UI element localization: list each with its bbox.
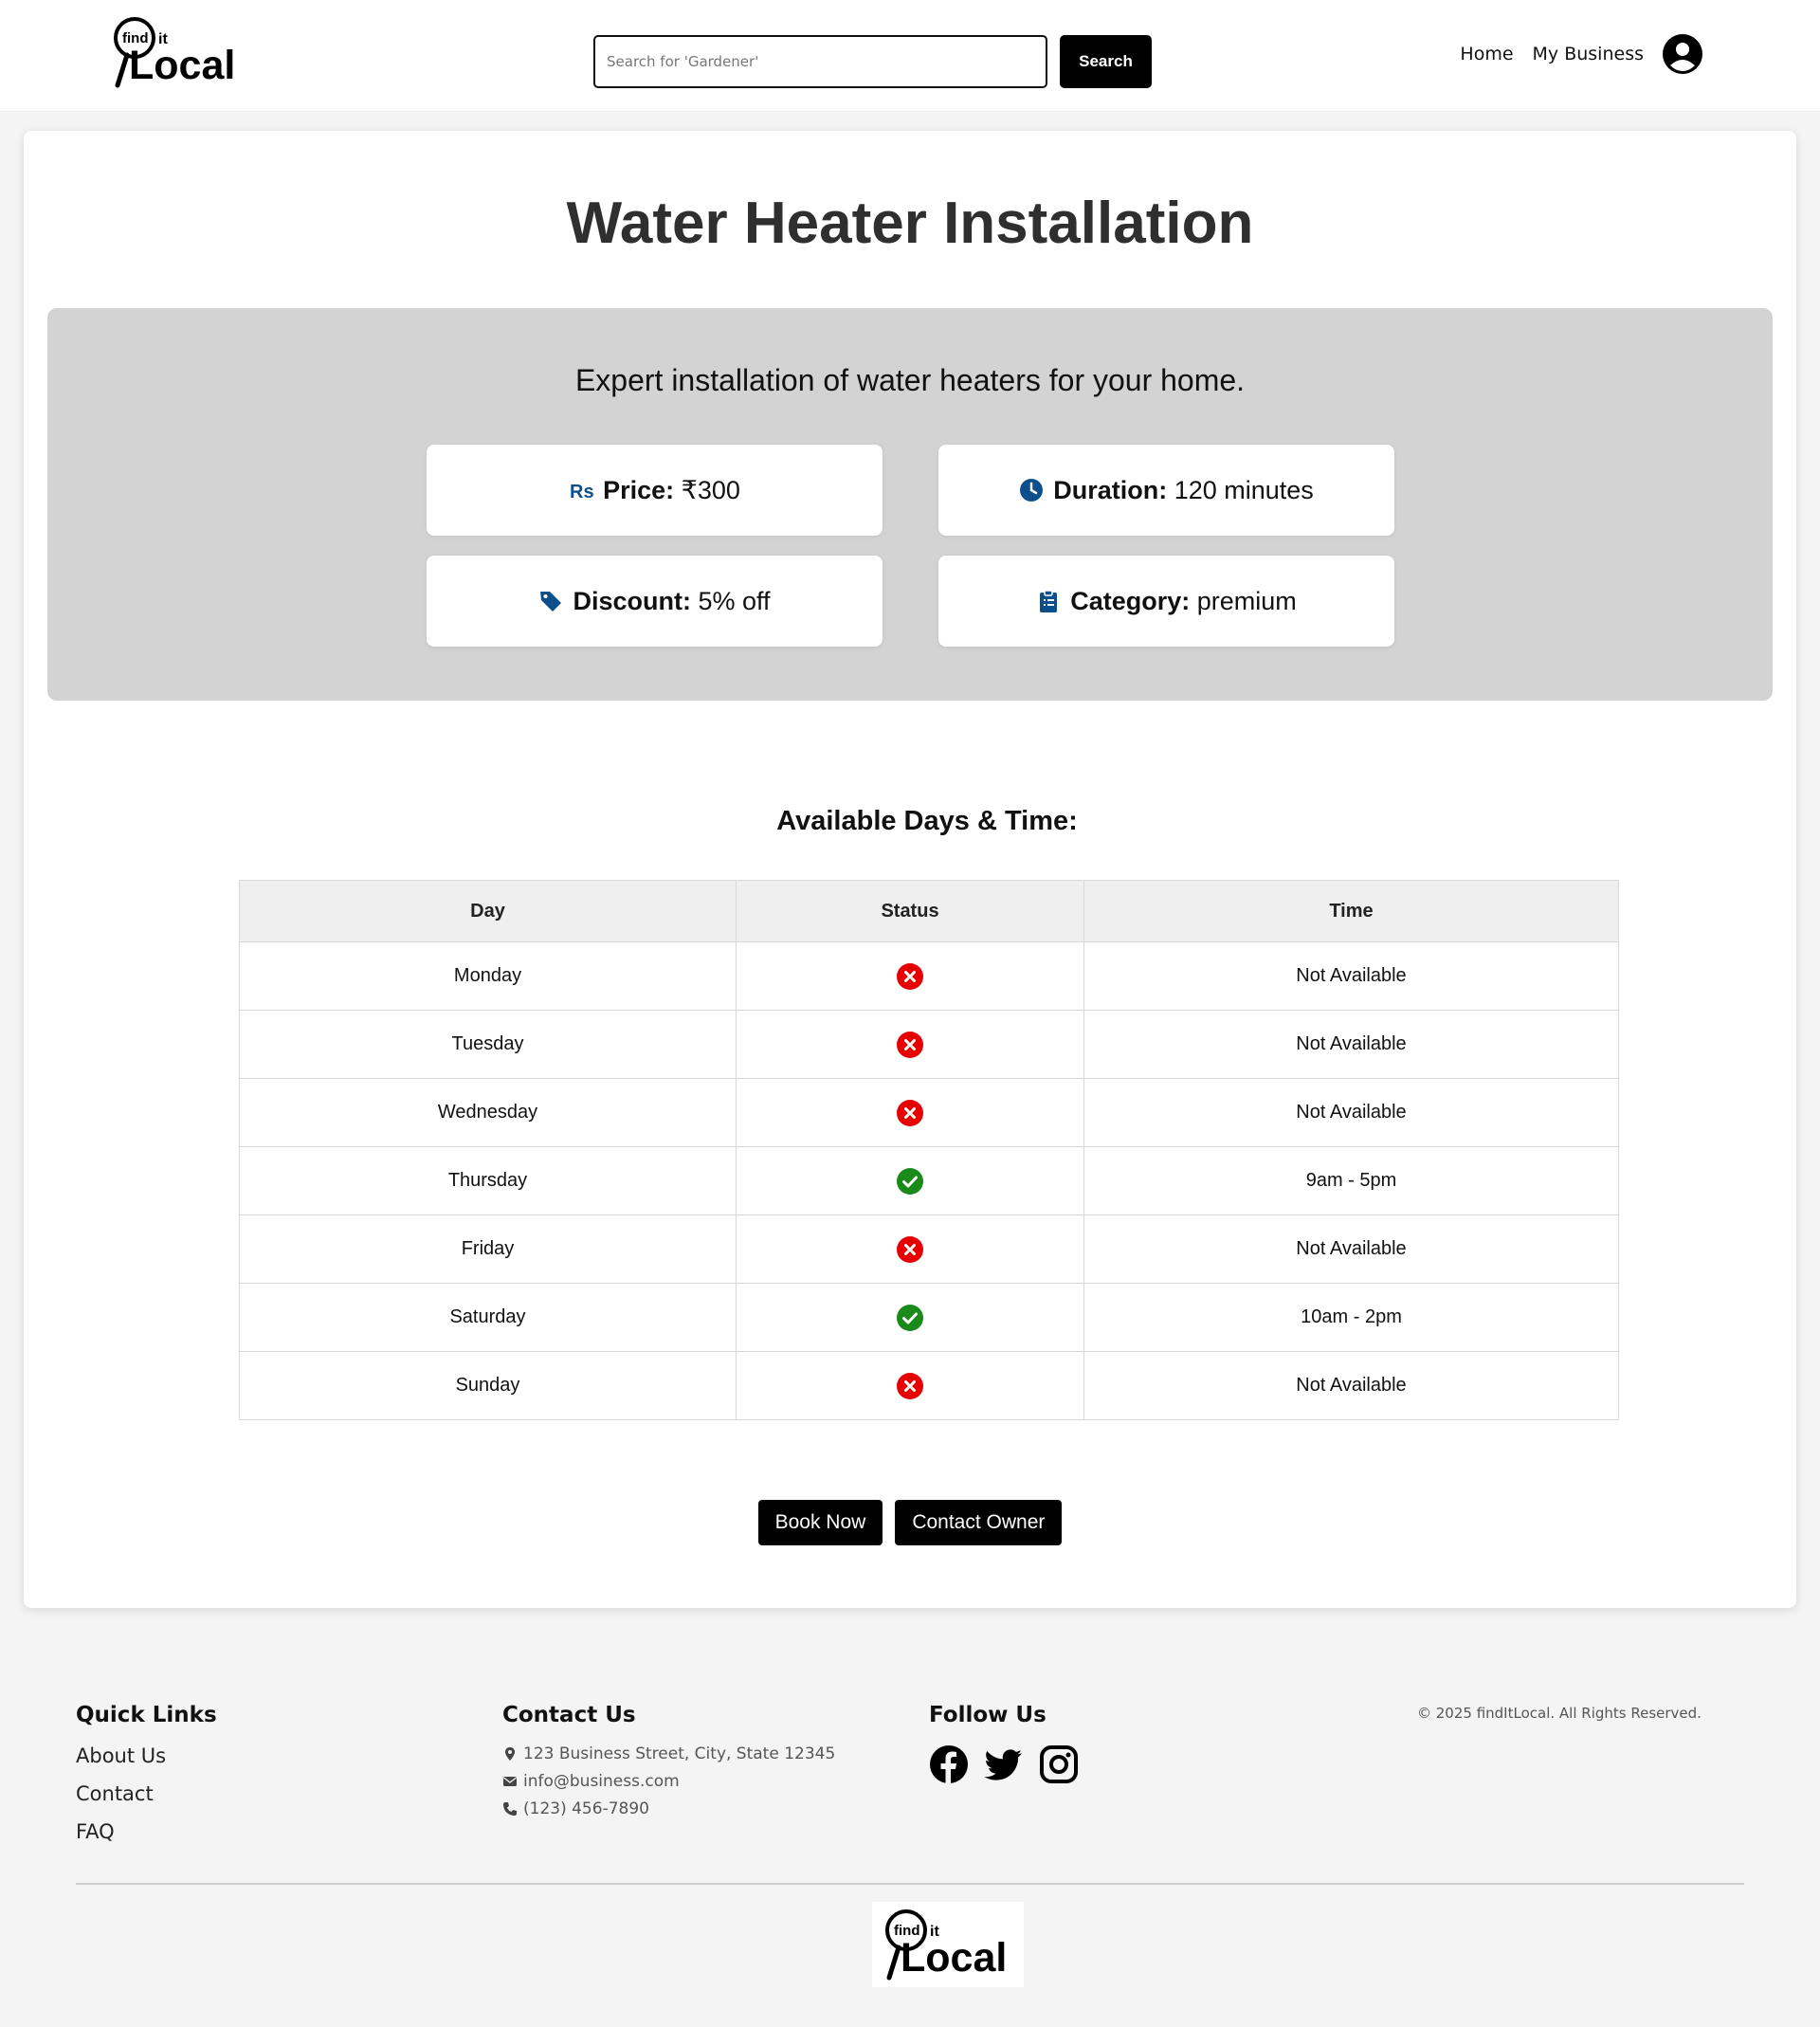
footer-logo-box: find it Local [872, 1902, 1024, 1987]
facebook-icon[interactable] [929, 1744, 969, 1784]
finditlocal-logo[interactable]: find it Local [110, 15, 243, 89]
duration-value: 120 minutes [1174, 475, 1314, 504]
follow-title: Follow Us [929, 1703, 1046, 1727]
search-input[interactable] [593, 35, 1047, 88]
tag-icon [540, 592, 562, 612]
table-header-row: Day Status Time [239, 880, 1619, 942]
search-bar: Search [593, 35, 1152, 88]
twitter-icon[interactable] [984, 1744, 1024, 1784]
category-label: Category: [1070, 586, 1191, 615]
discount-value: 5% off [698, 586, 771, 615]
rupee-icon: Rs [570, 482, 593, 502]
footer-follow: Follow Us [929, 1703, 1079, 1784]
contact-owner-button[interactable]: Contact Owner [895, 1500, 1063, 1545]
day-cell: Monday [239, 941, 737, 1011]
contact-email: info@business.com [502, 1772, 835, 1791]
duration-label: Duration: [1053, 475, 1168, 504]
clipboard-icon [1040, 590, 1058, 612]
duration-box: Duration: 120 minutes [938, 445, 1394, 536]
status-cell [736, 1351, 1084, 1420]
table-row: Monday Not Available [239, 941, 1619, 1011]
nav-home-link[interactable]: Home [1460, 44, 1513, 64]
site-header: find it Local Search Home My Business [0, 0, 1820, 112]
footer-quick-links: Quick Links About Us Contact FAQ [76, 1703, 217, 1858]
footer-link-faq[interactable]: FAQ [76, 1820, 217, 1843]
svg-text:Rs: Rs [570, 482, 593, 502]
day-cell: Wednesday [239, 1078, 737, 1147]
day-cell: Saturday [239, 1283, 737, 1352]
contact-address: 123 Business Street, City, State 12345 [502, 1744, 835, 1763]
status-cell [736, 1010, 1084, 1079]
x-circle-icon [897, 962, 923, 990]
instagram-icon[interactable] [1039, 1744, 1079, 1784]
copyright-text: © 2025 findItLocal. All Rights Reserved. [1417, 1705, 1702, 1722]
status-cell [736, 941, 1084, 1011]
column-header-time: Time [1083, 880, 1619, 942]
day-cell: Tuesday [239, 1010, 737, 1079]
time-cell: Not Available [1083, 1351, 1619, 1420]
svg-text:Local: Local [901, 1935, 1007, 1981]
check-circle-icon [897, 1304, 923, 1331]
table-row: Sunday Not Available [239, 1351, 1619, 1420]
time-cell: Not Available [1083, 941, 1619, 1011]
service-detail-card: Water Heater Installation Expert install… [24, 131, 1796, 1608]
status-cell [736, 1214, 1084, 1284]
status-cell [736, 1283, 1084, 1352]
availability-table: Day Status Time Monday Not Available Tuesd… [239, 880, 1619, 1420]
quick-links-title: Quick Links [76, 1703, 217, 1727]
x-circle-icon [897, 1372, 923, 1399]
price-value: ₹300 [681, 475, 740, 504]
x-circle-icon [897, 1235, 923, 1263]
footer-link-contact[interactable]: Contact [76, 1782, 217, 1805]
book-now-button[interactable]: Book Now [757, 1500, 883, 1545]
action-buttons: Book Now Contact Owner [24, 1500, 1796, 1545]
status-cell [736, 1146, 1084, 1215]
column-header-status: Status [736, 880, 1084, 942]
x-circle-icon [897, 1099, 923, 1126]
site-footer: Quick Links About Us Contact FAQ Contact… [0, 1638, 1820, 2027]
svg-text:Local: Local [129, 43, 235, 88]
clock-icon [1020, 479, 1044, 502]
x-circle-icon [897, 1031, 923, 1058]
time-cell: Not Available [1083, 1214, 1619, 1284]
footer-finditlocal-logo[interactable]: find it Local [882, 1908, 1014, 1981]
time-cell: 10am - 2pm [1083, 1283, 1619, 1352]
phone-icon [503, 1802, 517, 1816]
table-row: Wednesday Not Available [239, 1078, 1619, 1147]
day-cell: Thursday [239, 1146, 737, 1215]
day-cell: Sunday [239, 1351, 737, 1420]
category-box: Category: premium [938, 556, 1394, 647]
main-nav: Home My Business [1460, 34, 1702, 74]
time-cell: 9am - 5pm [1083, 1146, 1619, 1215]
user-circle-icon[interactable] [1663, 34, 1702, 74]
service-description: Expert installation of water heaters for… [574, 363, 1246, 397]
service-info-panel: Expert installation of water heaters for… [47, 308, 1773, 701]
column-header-day: Day [239, 880, 737, 942]
envelope-icon [503, 1777, 517, 1786]
time-cell: Not Available [1083, 1078, 1619, 1147]
discount-box: Discount: 5% off [427, 556, 883, 647]
footer-divider [76, 1883, 1744, 1885]
table-row: Friday Not Available [239, 1214, 1619, 1284]
discount-label: Discount: [573, 586, 691, 615]
price-label: Price: [603, 475, 675, 504]
availability-heading: Available Days & Time: [776, 806, 1078, 836]
status-cell [736, 1078, 1084, 1147]
contact-phone: (123) 456-7890 [502, 1799, 835, 1818]
search-button[interactable]: Search [1060, 35, 1152, 88]
service-title: Water Heater Installation [566, 191, 1254, 256]
table-row: Tuesday Not Available [239, 1010, 1619, 1079]
table-row: Saturday 10am - 2pm [239, 1283, 1619, 1352]
day-cell: Friday [239, 1214, 737, 1284]
check-circle-icon [897, 1167, 923, 1195]
footer-link-about[interactable]: About Us [76, 1744, 217, 1767]
time-cell: Not Available [1083, 1010, 1619, 1079]
category-value: premium [1196, 586, 1297, 615]
contact-title: Contact Us [502, 1703, 636, 1727]
footer-contact: Contact Us 123 Business Street, City, St… [502, 1703, 835, 1827]
price-box: Rs Price: ₹300 [427, 445, 883, 536]
nav-my-business-link[interactable]: My Business [1533, 44, 1644, 64]
map-marker-icon [505, 1747, 515, 1761]
table-row: Thursday 9am - 5pm [239, 1146, 1619, 1215]
